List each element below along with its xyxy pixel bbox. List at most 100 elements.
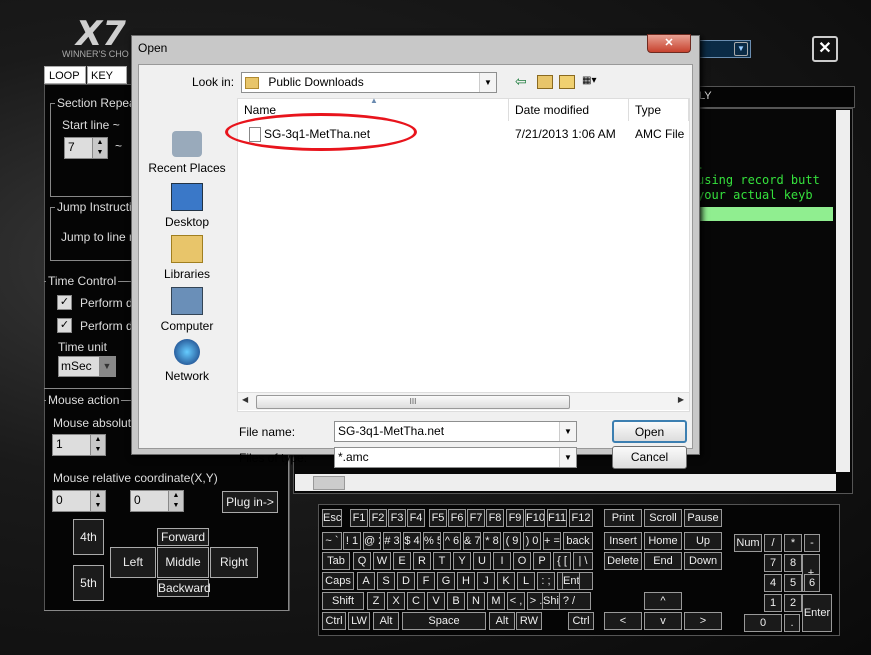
vertical-scrollbar[interactable] [836, 110, 850, 472]
key[interactable]: L [517, 572, 535, 590]
mouse-4th-button[interactable]: 4th [73, 519, 104, 555]
key[interactable]: / [764, 534, 782, 552]
key[interactable]: F5 [429, 509, 447, 527]
key[interactable]: F7 [467, 509, 485, 527]
key[interactable]: F6 [448, 509, 466, 527]
stepper-arrows-icon[interactable]: ▲ ▼ [168, 491, 183, 511]
key[interactable]: : ; [537, 572, 555, 590]
mouse-right-button[interactable]: Right [210, 547, 258, 578]
mouse-backward-button[interactable]: Backward [157, 579, 211, 597]
key[interactable]: | \ [573, 552, 593, 570]
mouse-middle-button[interactable]: Middle [157, 547, 209, 578]
new-folder-icon[interactable] [559, 75, 575, 89]
key[interactable]: 7 [764, 554, 782, 572]
key[interactable]: RW [516, 612, 542, 630]
key[interactable]: V [427, 592, 445, 610]
key[interactable]: C [407, 592, 425, 610]
key[interactable]: @ 2 [363, 532, 381, 550]
start-line-stepper[interactable]: 7 ▲ ▼ [64, 137, 108, 159]
key[interactable]: + = [543, 532, 561, 550]
left-arrow-key[interactable]: < [604, 612, 642, 630]
key[interactable]: H [457, 572, 475, 590]
dialog-close-button[interactable]: ✕ [647, 34, 691, 53]
horizontal-scrollbar[interactable] [295, 474, 836, 491]
key[interactable]: Shift [322, 592, 364, 610]
key[interactable]: # 3 [383, 532, 401, 550]
file-name-input[interactable]: SG-3q1-MetTha.net ▼ [334, 421, 577, 442]
key[interactable]: ! 1 [343, 532, 361, 550]
key[interactable]: . [784, 614, 800, 632]
key[interactable]: F4 [407, 509, 425, 527]
view-menu-icon[interactable]: ▦▾ [582, 75, 604, 87]
key[interactable]: Alt [373, 612, 399, 630]
tab-key[interactable]: KEY [87, 66, 127, 84]
key[interactable]: ~ ` [322, 532, 342, 550]
recent-places-item[interactable]: Recent Places [142, 131, 232, 175]
key[interactable]: G [437, 572, 455, 590]
key[interactable]: % 5 [423, 532, 441, 550]
scroll-right-icon[interactable]: ▶ [678, 395, 684, 404]
scroll-thumb[interactable] [313, 476, 345, 490]
key[interactable]: F1 [350, 509, 368, 527]
key[interactable]: M [487, 592, 505, 610]
key[interactable]: Enter [562, 572, 580, 590]
key[interactable]: F [417, 572, 435, 590]
back-arrow-icon[interactable]: ⇦ [515, 73, 527, 90]
stepper-arrows-icon[interactable]: ▲ ▼ [90, 435, 105, 455]
key[interactable]: < , [507, 592, 525, 610]
key[interactable]: A [357, 572, 375, 590]
key[interactable]: LW [348, 612, 370, 630]
key[interactable]: E [393, 552, 411, 570]
key[interactable]: 4 [764, 574, 782, 592]
key[interactable]: R [413, 552, 431, 570]
key[interactable]: Shift [542, 592, 560, 610]
open-button[interactable]: Open [612, 420, 687, 443]
key[interactable]: Ctrl [568, 612, 594, 630]
key[interactable]: 8 [784, 554, 802, 572]
key[interactable]: B [447, 592, 465, 610]
look-in-select[interactable]: Public Downloads ▼ [241, 72, 497, 93]
key[interactable]: F11 [547, 509, 567, 527]
key[interactable]: Q [353, 552, 371, 570]
key[interactable]: F12 [569, 509, 593, 527]
key[interactable]: 1 [764, 594, 782, 612]
key[interactable]: * 8 [483, 532, 501, 550]
key[interactable]: F2 [369, 509, 387, 527]
column-header-type[interactable]: Type [629, 99, 689, 121]
down-arrow-key[interactable]: v [644, 612, 682, 630]
key[interactable]: Z [367, 592, 385, 610]
key[interactable]: { [ [553, 552, 571, 570]
stepper-arrows-icon[interactable]: ▲ ▼ [90, 491, 105, 511]
scroll-thumb[interactable]: III [256, 395, 570, 409]
key[interactable]: I [493, 552, 511, 570]
cancel-button[interactable]: Cancel [612, 446, 687, 469]
key[interactable]: * [784, 534, 802, 552]
up-arrow-key[interactable]: ^ [644, 592, 682, 610]
key[interactable]: F9 [506, 509, 524, 527]
key[interactable]: F3 [388, 509, 406, 527]
right-arrow-key[interactable]: > [684, 612, 722, 630]
key[interactable]: F8 [486, 509, 504, 527]
key[interactable]: back [563, 532, 593, 550]
key[interactable]: K [497, 572, 515, 590]
column-header-date[interactable]: Date modified [509, 99, 629, 121]
key[interactable]: Space [402, 612, 486, 630]
key[interactable]: - [804, 534, 820, 552]
key[interactable]: Tab [322, 552, 350, 570]
time-unit-select[interactable]: mSec ▼ [58, 356, 116, 377]
tab-loop[interactable]: LOOP [44, 66, 86, 84]
desktop-item[interactable]: Desktop [142, 183, 232, 229]
mouse-forward-button[interactable]: Forward [157, 528, 209, 546]
network-item[interactable]: Network [142, 339, 232, 383]
key[interactable]: Num [734, 534, 762, 552]
key[interactable]: Scroll [644, 509, 682, 527]
perform-checkbox-2[interactable]: ✓ [57, 318, 72, 333]
key[interactable]: Ctrl [322, 612, 346, 630]
perform-checkbox-1[interactable]: ✓ [57, 295, 72, 310]
chevron-down-icon[interactable]: ▼ [559, 422, 576, 441]
key[interactable]: End [644, 552, 682, 570]
key[interactable]: N [467, 592, 485, 610]
key[interactable]: Down [684, 552, 722, 570]
key[interactable]: & 7 [463, 532, 481, 550]
file-list-hscroll[interactable]: ◀ III ▶ [238, 392, 689, 410]
